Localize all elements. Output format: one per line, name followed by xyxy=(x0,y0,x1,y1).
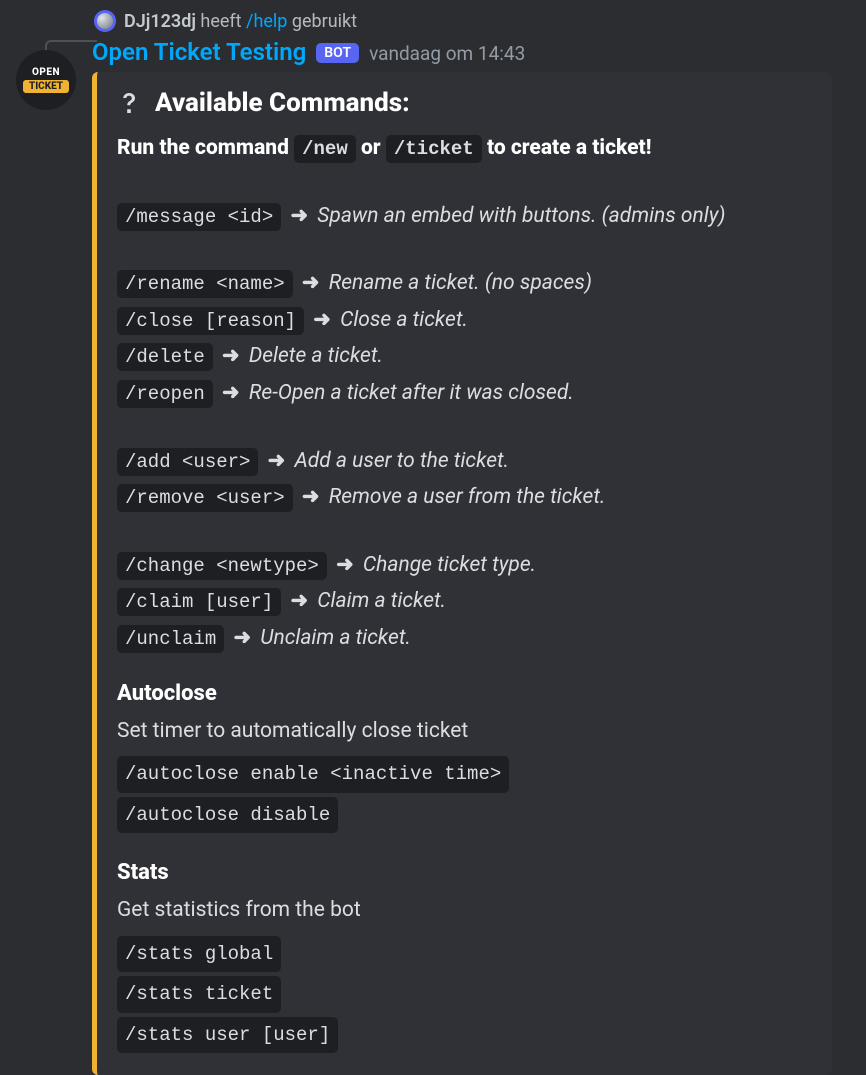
command-description: Rename a ticket. (no spaces) xyxy=(329,271,592,295)
command-line: /remove <user> ➜ Remove a user from the … xyxy=(117,481,812,515)
command-code: /unclaim xyxy=(117,625,224,653)
avatar-text-bottom: TICKET xyxy=(23,80,69,93)
reply-command: /help xyxy=(246,11,287,32)
intro-cmd-new: /new xyxy=(294,135,356,163)
group-gap xyxy=(117,236,812,264)
arrow-icon: ➜ xyxy=(285,589,313,613)
section-subtitle: Get statistics from the bot xyxy=(117,894,812,928)
arrow-icon: ➜ xyxy=(297,485,325,509)
message-content: DJj123dj heeft /help gebruikt Open Ticke… xyxy=(92,10,850,1075)
command-line: /unclaim ➜ Unclaim a ticket. xyxy=(117,622,812,656)
command-description: Add a user to the ticket. xyxy=(294,449,509,473)
message-header: Open Ticket Testing BOT vandaag om 14:43 xyxy=(92,38,850,66)
command-code: /delete xyxy=(117,343,213,371)
bot-badge: BOT xyxy=(316,43,359,63)
group-gap xyxy=(117,518,812,546)
command-description: Claim a ticket. xyxy=(317,589,446,613)
command-line: /delete ➜ Delete a ticket. xyxy=(117,340,812,374)
command-description: Spawn an embed with buttons. (admins onl… xyxy=(317,204,725,228)
command-code: /add <user> xyxy=(117,448,258,476)
intro-line: Run the command /new or /ticket to creat… xyxy=(117,132,812,166)
reply-text: DJj123dj heeft /help gebruikt xyxy=(124,11,357,32)
reply-preview[interactable]: DJj123dj heeft /help gebruikt xyxy=(94,10,850,32)
question-icon xyxy=(117,91,141,115)
message-timestamp: vandaag om 14:43 xyxy=(369,42,525,65)
section-code-line: /stats user [user] xyxy=(117,1015,812,1055)
arrow-icon: ➜ xyxy=(308,308,336,332)
command-code: /change <newtype> xyxy=(117,552,327,580)
arrow-icon: ➜ xyxy=(217,381,245,405)
section-code-line: /autoclose enable <inactive time> xyxy=(117,754,812,794)
arrow-icon: ➜ xyxy=(285,204,313,228)
command-line: /reopen ➜ Re-Open a ticket after it was … xyxy=(117,377,812,411)
section-code: /autoclose disable xyxy=(117,797,338,833)
command-line: /close [reason] ➜ Close a ticket. xyxy=(117,304,812,338)
group-gap xyxy=(117,169,812,197)
section-code: /stats user [user] xyxy=(117,1017,338,1053)
bot-avatar[interactable]: OPEN TICKET xyxy=(16,50,76,110)
section-subtitle: Set timer to automatically close ticket xyxy=(117,715,812,749)
arrow-icon: ➜ xyxy=(217,344,245,368)
embed-description: Run the command /new or /ticket to creat… xyxy=(117,132,812,1055)
bot-username[interactable]: Open Ticket Testing xyxy=(92,38,306,66)
section-heading: Autoclose xyxy=(117,676,812,711)
embed: Available Commands: Run the command /new… xyxy=(92,72,832,1075)
command-code: /reopen xyxy=(117,380,213,408)
avatar-text-top: OPEN xyxy=(32,67,60,78)
command-line: /claim [user] ➜ Claim a ticket. xyxy=(117,585,812,619)
command-code: /message <id> xyxy=(117,203,281,231)
group-gap xyxy=(117,414,812,442)
command-line: /change <newtype> ➜ Change ticket type. xyxy=(117,549,812,583)
arrow-icon: ➜ xyxy=(228,626,256,650)
command-description: Delete a ticket. xyxy=(249,344,383,368)
message: OPEN TICKET DJj123dj heeft /help gebruik… xyxy=(0,0,866,1075)
section-code-line: /stats ticket xyxy=(117,974,812,1014)
reply-username: DJj123dj xyxy=(124,11,196,32)
command-code: /rename <name> xyxy=(117,270,293,298)
arrow-icon: ➜ xyxy=(297,271,325,295)
embed-title: Available Commands: xyxy=(155,88,410,118)
avatar-column: OPEN TICKET xyxy=(16,10,76,1075)
section-code-line: /autoclose disable xyxy=(117,795,812,835)
command-line: /add <user> ➜ Add a user to the ticket. xyxy=(117,445,812,479)
intro-cmd-ticket: /ticket xyxy=(386,135,482,163)
command-code: /remove <user> xyxy=(117,484,293,512)
section-code: /stats global xyxy=(117,936,281,972)
command-description: Close a ticket. xyxy=(340,308,468,332)
section-code: /autoclose enable <inactive time> xyxy=(117,756,509,792)
command-code: /claim [user] xyxy=(117,588,281,616)
command-description: Unclaim a ticket. xyxy=(260,626,411,650)
command-code: /close [reason] xyxy=(117,307,304,335)
section-code-line: /stats global xyxy=(117,934,812,974)
command-description: Re-Open a ticket after it was closed. xyxy=(249,381,574,405)
arrow-icon: ➜ xyxy=(331,553,359,577)
embed-title-row: Available Commands: xyxy=(117,88,812,118)
command-description: Remove a user from the ticket. xyxy=(329,485,606,509)
command-description: Change ticket type. xyxy=(363,553,536,577)
reply-user-avatar xyxy=(94,10,116,32)
arrow-icon: ➜ xyxy=(262,449,290,473)
section-code: /stats ticket xyxy=(117,976,281,1012)
command-line: /message <id> ➜ Spawn an embed with butt… xyxy=(117,200,812,234)
section-heading: Stats xyxy=(117,855,812,890)
command-line: /rename <name> ➜ Rename a ticket. (no sp… xyxy=(117,267,812,301)
